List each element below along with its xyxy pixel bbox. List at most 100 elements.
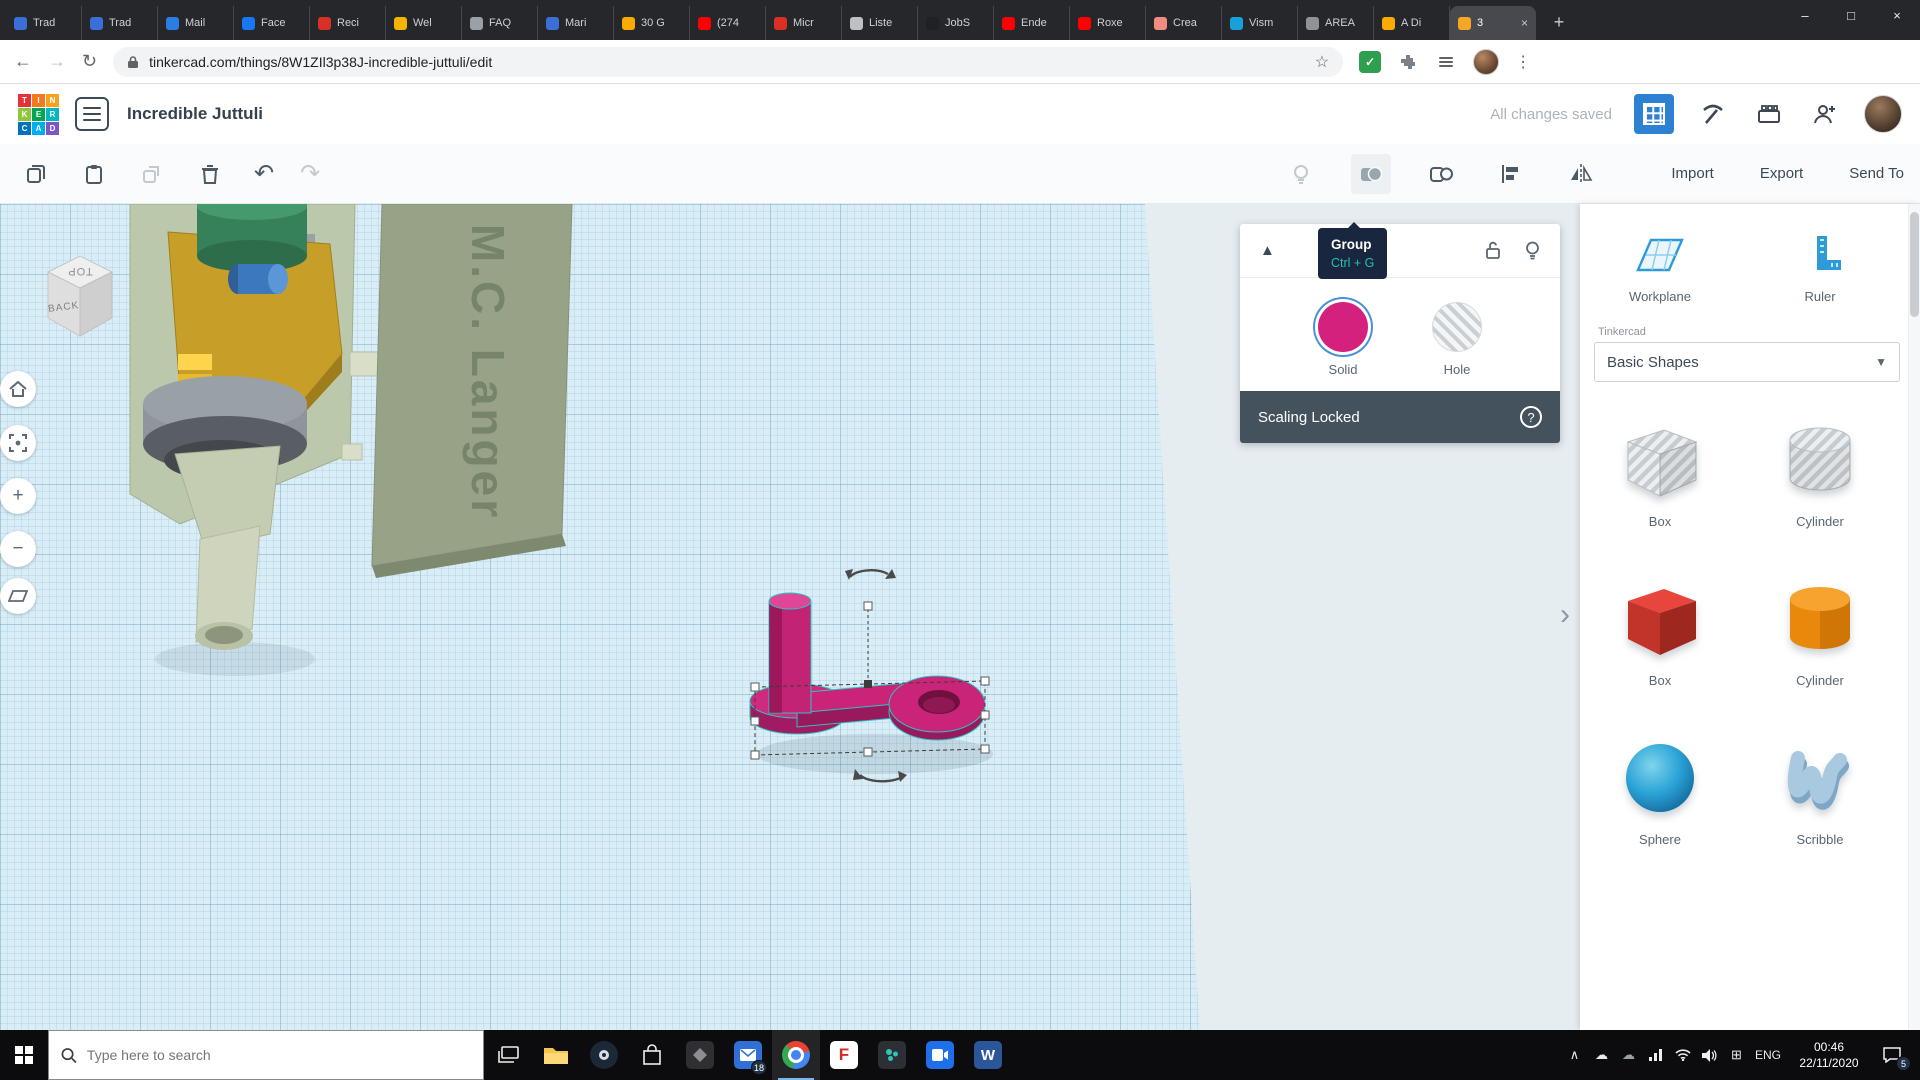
browser-tab[interactable]: Wel ×	[386, 6, 462, 40]
new-tab-button[interactable]: +	[1546, 12, 1572, 33]
brick-export-button[interactable]	[1752, 97, 1786, 131]
selected-object[interactable]	[735, 549, 1015, 799]
extension-lines-icon[interactable]	[1435, 51, 1457, 73]
extension-check-icon[interactable]: ✓	[1359, 51, 1381, 73]
bookmark-star-icon[interactable]: ☆	[1315, 52, 1329, 72]
show-all-button[interactable]	[1281, 154, 1321, 194]
workplane-tool[interactable]: Workplane	[1580, 232, 1740, 304]
library-select[interactable]: Basic Shapes ▼	[1594, 342, 1900, 382]
camera-app-button[interactable]	[916, 1030, 964, 1080]
collapse-caret-icon[interactable]: ▲	[1260, 242, 1275, 259]
browser-tab[interactable]: Mari ×	[538, 6, 614, 40]
volume-icon[interactable]	[1696, 1030, 1723, 1080]
wifi-icon[interactable]	[1669, 1030, 1696, 1080]
designs-menu-button[interactable]	[75, 97, 109, 131]
action-center-button[interactable]: 5	[1872, 1030, 1912, 1080]
minecraft-export-button[interactable]	[1696, 97, 1730, 131]
mirror-button[interactable]	[1561, 154, 1601, 194]
url-field[interactable]: tinkercad.com/things/8W1ZIl3p38J-incredi…	[113, 47, 1343, 77]
align-button[interactable]	[1491, 154, 1531, 194]
browser-tab[interactable]: Trad ×	[82, 6, 158, 40]
shape-item-solid-cylinder[interactable]: Cylinder	[1772, 565, 1868, 688]
hole-option[interactable]: Hole	[1432, 302, 1482, 377]
browser-tab[interactable]: 30 G ×	[614, 6, 690, 40]
share-button[interactable]	[1808, 97, 1842, 131]
solid-swatch[interactable]	[1318, 302, 1368, 352]
shape-item-solid-box[interactable]: Box	[1612, 565, 1708, 688]
signal-icon[interactable]	[1642, 1030, 1669, 1080]
dots-app-button[interactable]	[868, 1030, 916, 1080]
send-to-button[interactable]: Send To	[1849, 165, 1904, 182]
start-button[interactable]	[0, 1030, 48, 1080]
language-indicator[interactable]: ENG	[1750, 1030, 1786, 1080]
shape-item-scribble[interactable]: Scribble	[1772, 724, 1868, 847]
browser-tab[interactable]: Trad ×	[6, 6, 82, 40]
tab-close-icon[interactable]: ×	[1521, 16, 1528, 30]
browser-tab[interactable]: AREA ×	[1298, 6, 1374, 40]
browser-profile-avatar[interactable]	[1473, 49, 1499, 75]
browser-tab[interactable]: Micr ×	[766, 6, 842, 40]
browser-menu-icon[interactable]: ⋮	[1515, 52, 1531, 72]
browser-tab[interactable]: 3 ×	[1450, 6, 1536, 40]
cloud-gray-icon[interactable]: ☁	[1615, 1030, 1642, 1080]
shape-item-hole-cylinder[interactable]: Cylinder	[1772, 406, 1868, 529]
store-button[interactable]	[628, 1030, 676, 1080]
extension-puzzle-icon[interactable]	[1397, 51, 1419, 73]
browser-tab[interactable]: A Di ×	[1374, 6, 1450, 40]
steam-button[interactable]	[580, 1030, 628, 1080]
word-button[interactable]: W	[964, 1030, 1012, 1080]
browser-tab[interactable]: Ende ×	[994, 6, 1070, 40]
ungroup-button[interactable]	[1421, 154, 1461, 194]
f-app-button[interactable]: F	[820, 1030, 868, 1080]
group-button[interactable]	[1351, 154, 1391, 194]
ruler-tool[interactable]: Ruler	[1740, 232, 1900, 304]
fit-view-button[interactable]	[0, 425, 36, 461]
copy-button[interactable]	[16, 154, 56, 194]
machine-assembly-object[interactable]: M.C. Langer	[120, 204, 600, 764]
blocks-view-button[interactable]	[1634, 94, 1674, 134]
undo-button[interactable]: ↶	[254, 154, 274, 194]
back-icon[interactable]: ←	[14, 51, 32, 72]
hole-swatch[interactable]	[1432, 302, 1482, 352]
zoom-in-button[interactable]: +	[0, 478, 36, 514]
panel-scrollbar[interactable]	[1908, 204, 1920, 1030]
delete-button[interactable]	[190, 154, 230, 194]
browser-tab[interactable]: Reci ×	[310, 6, 386, 40]
browser-tab[interactable]: Crea ×	[1146, 6, 1222, 40]
hidden-icons-chevron[interactable]: ∧	[1561, 1030, 1588, 1080]
shape-item-sphere[interactable]: Sphere	[1612, 724, 1708, 847]
forward-icon[interactable]: →	[48, 51, 66, 72]
browser-tab[interactable]: Vism ×	[1222, 6, 1298, 40]
browser-tab[interactable]: Mail ×	[158, 6, 234, 40]
task-view-button[interactable]	[484, 1030, 532, 1080]
browser-tab[interactable]: Face ×	[234, 6, 310, 40]
chrome-button[interactable]	[772, 1030, 820, 1080]
lock-open-icon[interactable]	[1485, 241, 1501, 260]
export-button[interactable]: Export	[1760, 165, 1803, 182]
redo-button[interactable]: ↷	[300, 154, 320, 194]
teams-tray-icon[interactable]: ⊞	[1723, 1030, 1750, 1080]
mail-app-button[interactable]: 18	[724, 1030, 772, 1080]
taskbar-search[interactable]	[48, 1030, 484, 1080]
onedrive-cloud-icon[interactable]: ☁	[1588, 1030, 1615, 1080]
solid-option[interactable]: Solid	[1318, 302, 1368, 377]
help-icon[interactable]: ?	[1520, 406, 1542, 428]
paste-button[interactable]	[74, 154, 114, 194]
browser-tab[interactable]: JobS ×	[918, 6, 994, 40]
home-view-button[interactable]	[0, 371, 36, 407]
lightbulb-icon[interactable]	[1525, 241, 1540, 260]
scrollbar-thumb[interactable]	[1910, 212, 1919, 317]
duplicate-button[interactable]	[132, 154, 172, 194]
reload-icon[interactable]: ↻	[82, 51, 97, 72]
close-button[interactable]: ×	[1874, 0, 1920, 30]
browser-tab[interactable]: Liste ×	[842, 6, 918, 40]
search-input[interactable]	[87, 1047, 471, 1063]
file-explorer-button[interactable]	[532, 1030, 580, 1080]
shape-item-hole-box[interactable]: Box	[1612, 406, 1708, 529]
browser-tab[interactable]: (274 ×	[690, 6, 766, 40]
design-title[interactable]: Incredible Juttuli	[127, 104, 263, 124]
browser-tab[interactable]: FAQ ×	[462, 6, 538, 40]
browser-tab[interactable]: Roxe ×	[1070, 6, 1146, 40]
perspective-toggle-button[interactable]	[0, 578, 36, 614]
panel-collapse-chevron[interactable]: ›	[1560, 598, 1570, 632]
